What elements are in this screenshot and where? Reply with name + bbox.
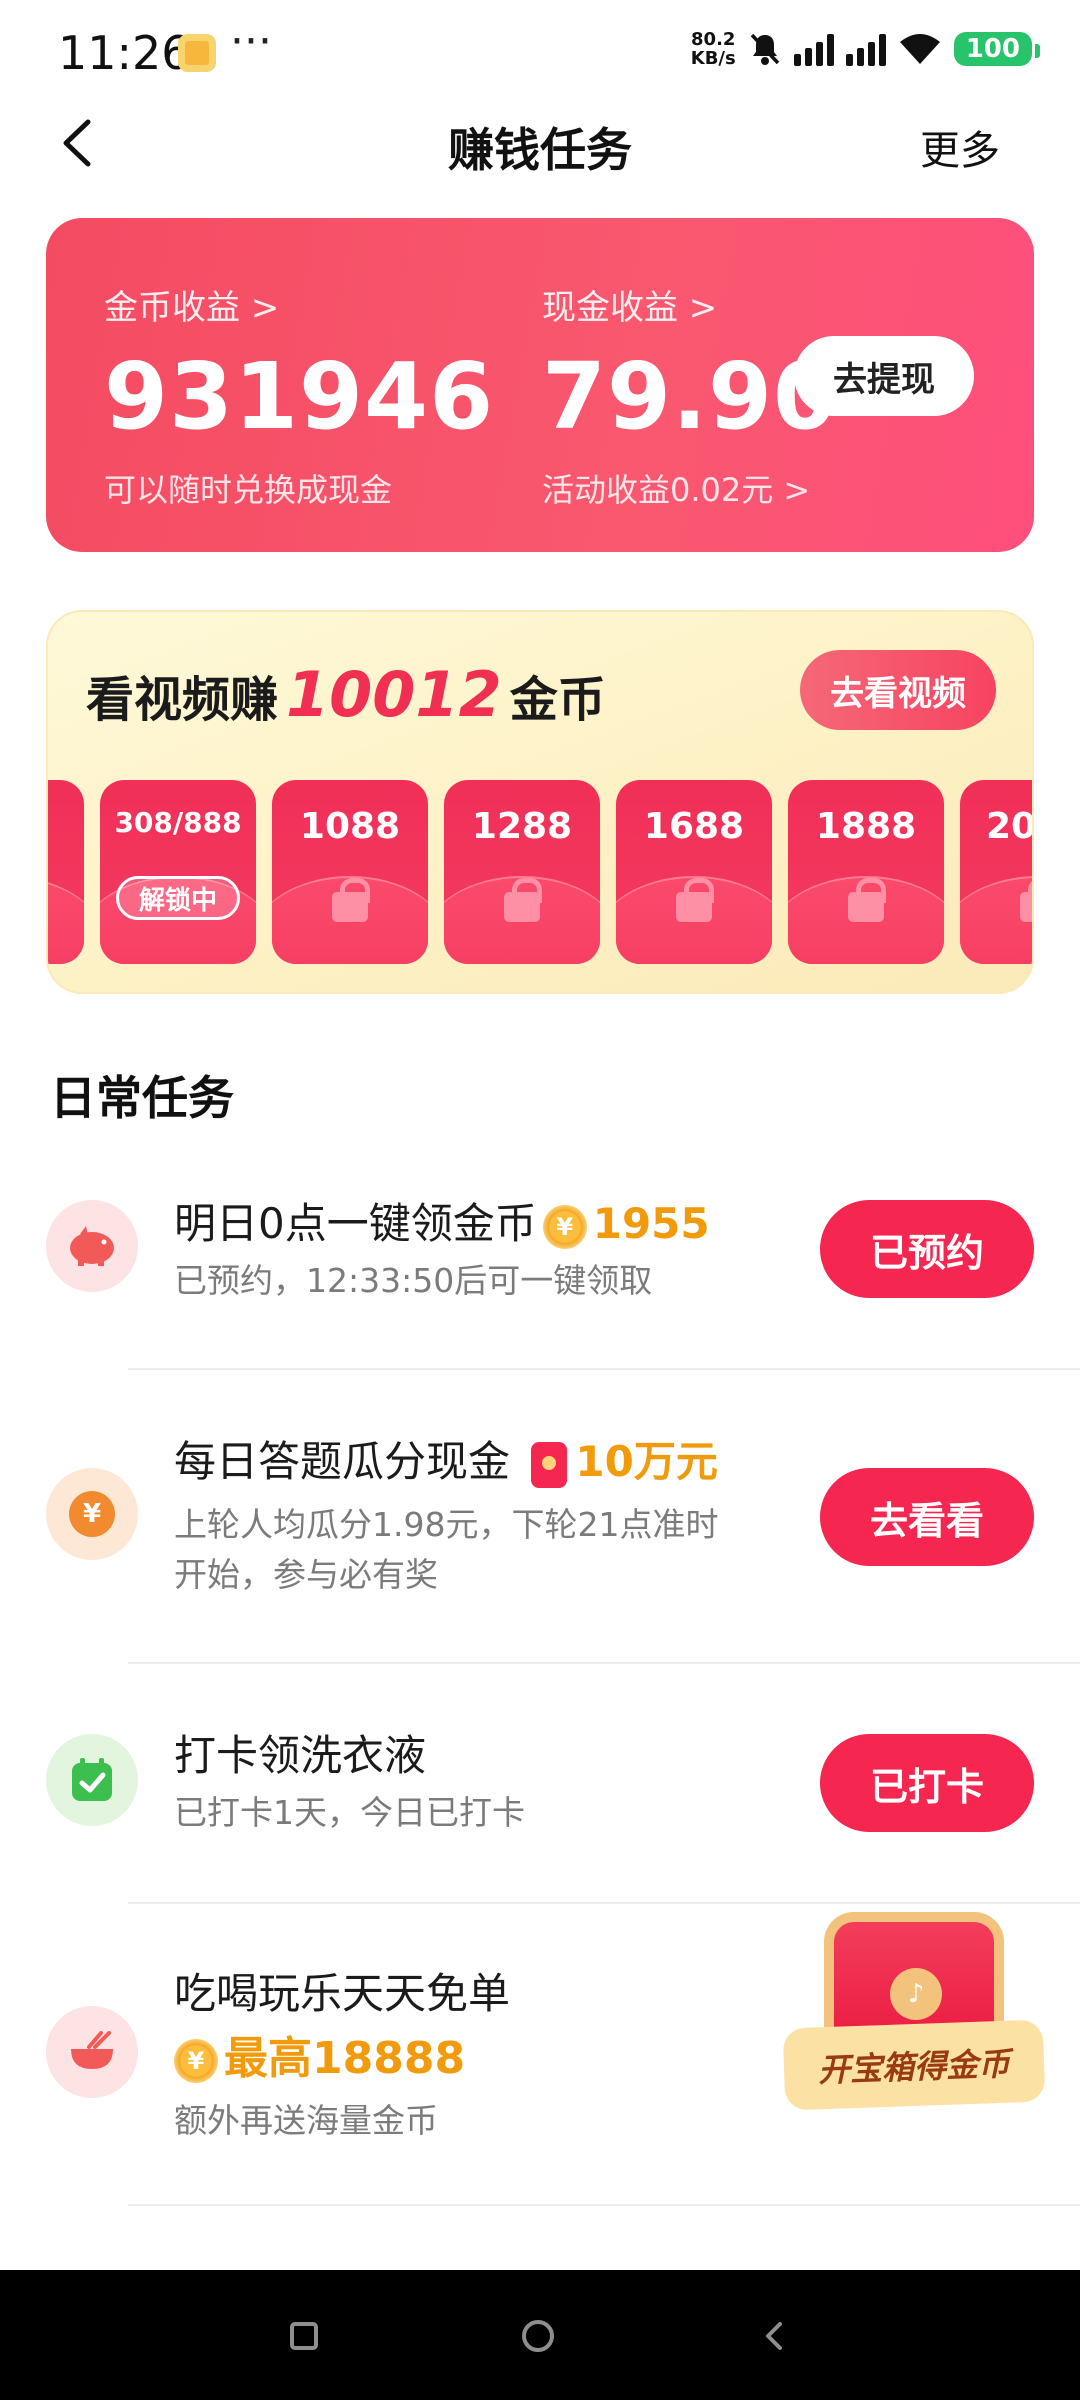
treasure-chest-label: 开宝箱得金币 — [782, 2019, 1046, 2111]
coin-earnings-value: 931946 — [104, 343, 495, 450]
task-title: 吃喝玩乐天天免单 — [174, 1969, 511, 2018]
lock-icon — [848, 878, 886, 922]
coin-earnings[interactable]: 金币收益 > 931946 可以随时兑换成现金 — [104, 280, 494, 511]
coin-icon: ¥ — [542, 1204, 587, 1249]
recent-apps-icon[interactable] — [290, 2322, 318, 2350]
task-description: 已预约，12:33:50后可一键领取 — [174, 1261, 653, 1300]
lock-icon — [504, 878, 542, 922]
cash-earnings-label: 现金收益 > — [542, 288, 718, 328]
divider — [128, 1662, 1080, 1664]
treasure-chest-button[interactable]: ♪ 开宝箱得金币 — [782, 1912, 1046, 2132]
task-description: 额外再送海量金币 — [174, 2101, 438, 2140]
calendar-check-icon — [46, 1734, 138, 1826]
lock-icon — [676, 878, 714, 922]
signal-2-icon — [845, 32, 886, 66]
status-more-indicator: ··· — [230, 16, 272, 67]
watch-video-button[interactable]: 去看视频 — [800, 650, 996, 730]
red-packet-1088[interactable]: 1088 — [272, 780, 428, 964]
page-title: 赚钱任务 — [448, 123, 632, 177]
bowl-icon — [46, 2006, 138, 2098]
divider — [128, 1368, 1080, 1370]
battery-indicator: 100 — [953, 32, 1041, 66]
watch-video-title: 看视频赚 10012 金币 — [86, 658, 606, 731]
divider — [128, 1902, 1080, 1904]
red-packet-unlocking[interactable]: 308/888 解锁中 — [100, 780, 256, 964]
signal-1-icon — [793, 32, 834, 66]
task-item-quiz: ¥ 每日答题瓜分现金 10万元 上轮人均瓜分1.98元，下轮21点准时 开始，参… — [0, 1428, 1080, 1648]
divider — [128, 2204, 1080, 2206]
red-packet-1888[interactable]: 1888 — [788, 780, 944, 964]
task-item-coin-claim: 明日0点一键领金币 ¥1955 已预约，12:33:50后可一键领取 已预约 — [0, 1190, 1080, 1370]
task-title: 打卡领洗衣液 — [174, 1731, 427, 1780]
mute-bell-icon — [750, 33, 780, 65]
red-packet-1688[interactable]: 1688 — [616, 780, 772, 964]
task-item-checkin: 打卡领洗衣液 已打卡1天，今日已打卡 已打卡 — [0, 1722, 1080, 1882]
music-note-icon: ♪ — [890, 1968, 942, 2020]
task-title: 每日答题瓜分现金 10万元 — [174, 1437, 718, 1488]
reserved-button[interactable]: 已预约 — [820, 1200, 1034, 1298]
daily-tasks-heading: 日常任务 — [50, 1071, 234, 1125]
unlocking-badge: 解锁中 — [116, 876, 240, 920]
yuan-coin-icon: ¥ — [46, 1468, 138, 1560]
home-icon[interactable] — [522, 2320, 554, 2352]
activity-earnings-link[interactable]: 活动收益0.02元 > — [542, 465, 838, 511]
status-right-group: 80.2 KB/s 100 — [690, 29, 1041, 69]
checked-in-button[interactable]: 已打卡 — [820, 1734, 1034, 1832]
network-speed: 80.2 KB/s — [690, 29, 736, 69]
go-see-button[interactable]: 去看看 — [820, 1468, 1034, 1566]
coin-icon: ¥ — [174, 2039, 218, 2083]
task-title: 明日0点一键领金币 ¥1955 — [174, 1199, 710, 1249]
watch-video-card: 看视频赚 10012 金币 去看视频 308/888 解锁中 1088 1288 1… — [46, 610, 1034, 994]
task-description: 已打卡1天，今日已打卡 — [174, 1793, 525, 1832]
red-packet-next[interactable]: 20 — [960, 780, 1032, 964]
task-reward: ¥ 最高18888 — [174, 2022, 465, 2086]
red-packet-claimed — [48, 780, 84, 964]
earnings-card: 金币收益 > 931946 可以随时兑换成现金 现金收益 > 79.90 活动收… — [46, 218, 1034, 552]
piggy-bank-icon — [46, 1200, 138, 1292]
coin-earnings-sub: 可以随时兑换成现金 — [104, 471, 393, 509]
lock-icon — [1020, 878, 1032, 922]
system-nav-bar — [0, 2270, 1080, 2400]
cash-earnings[interactable]: 现金收益 > 79.90 活动收益0.02元 > — [542, 280, 838, 511]
status-bar: 11:26 ··· 80.2 KB/s 100 — [0, 0, 1080, 100]
wifi-icon — [899, 34, 940, 64]
red-envelope-icon — [531, 1441, 568, 1488]
red-packet-1288[interactable]: 1288 — [444, 780, 600, 964]
system-back-icon[interactable] — [760, 2320, 790, 2352]
lock-icon — [332, 878, 370, 922]
coin-earnings-label: 金币收益 > — [104, 288, 280, 328]
cash-earnings-value: 79.90 — [542, 343, 839, 450]
more-button[interactable]: 更多 — [920, 118, 1000, 176]
notification-app-icon — [178, 34, 216, 72]
status-time: 11:26 — [58, 26, 191, 80]
task-description: 上轮人均瓜分1.98元，下轮21点准时 开始，参与必有奖 — [174, 1505, 719, 1594]
top-nav-bar: 赚钱任务 更多 — [0, 100, 1080, 190]
withdraw-button[interactable]: 去提现 — [794, 336, 974, 416]
